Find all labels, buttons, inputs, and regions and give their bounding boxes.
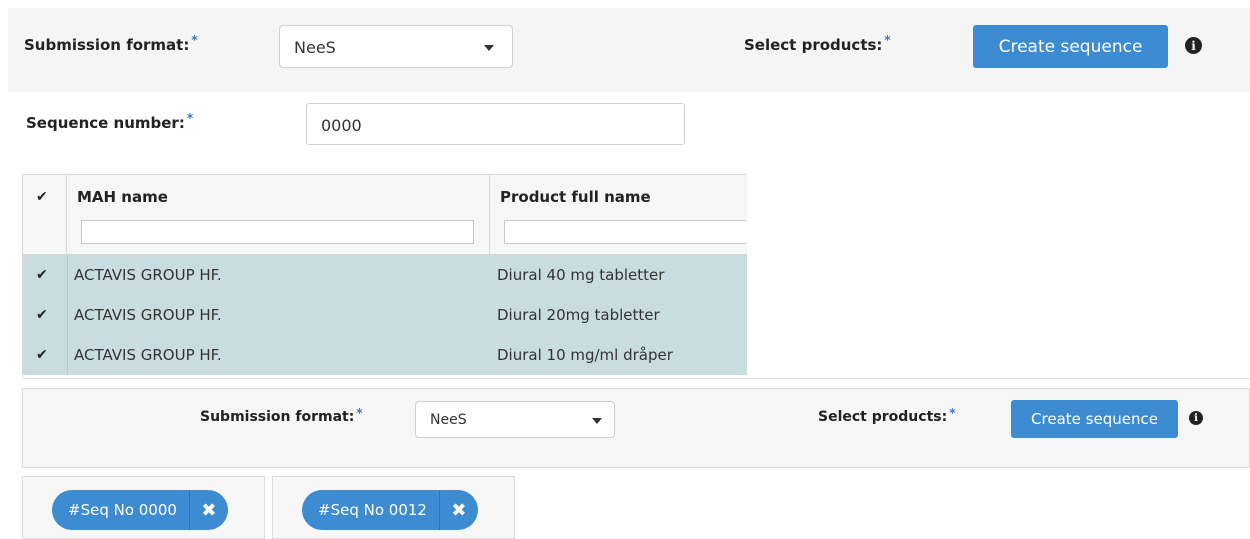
product-name-cell: Diural 40 mg tabletter: [497, 266, 665, 284]
create-sequence-button[interactable]: Create sequence: [973, 25, 1168, 68]
caret-down-icon: [484, 45, 494, 51]
check-icon[interactable]: ✔: [36, 347, 48, 363]
sequence-number-input[interactable]: 0000: [306, 103, 685, 145]
column-header-product-full-name[interactable]: Product full name: [490, 175, 747, 255]
table-row[interactable]: ✔ ACTAVIS GROUP HF. Diural 20mg tablette…: [23, 295, 747, 335]
close-icon[interactable]: ✖: [190, 490, 228, 530]
column-title-mah-name: MAH name: [77, 188, 168, 206]
mah-name-cell: ACTAVIS GROUP HF.: [74, 266, 222, 284]
select-products-label: Select products: *: [744, 33, 891, 54]
sequence-tag-label: #Seq No 0000: [68, 501, 177, 519]
info-icon[interactable]: i: [1185, 37, 1202, 54]
info-icon[interactable]: i: [1189, 411, 1203, 425]
product-name-filter-input[interactable]: [504, 220, 747, 244]
check-icon: ✔: [36, 189, 48, 205]
table-row[interactable]: ✔ ACTAVIS GROUP HF. Diural 10 mg/ml dråp…: [23, 335, 747, 375]
mah-name-cell: ACTAVIS GROUP HF.: [74, 346, 222, 364]
sequence-number-value: 0000: [321, 116, 362, 135]
table-row[interactable]: ✔ ACTAVIS GROUP HF. Diural 40 mg tablett…: [23, 255, 747, 295]
submission-format-select-bottom[interactable]: NeeS: [415, 401, 615, 438]
sequence-tag[interactable]: #Seq No 0000 ✖: [52, 490, 228, 530]
check-icon[interactable]: ✔: [36, 267, 48, 283]
select-all-header[interactable]: ✔: [23, 175, 67, 255]
mah-name-filter-input[interactable]: [81, 220, 474, 244]
close-icon[interactable]: ✖: [440, 490, 478, 530]
submission-format-label-bottom: Submission format: *: [200, 406, 363, 425]
submission-format-label: Submission format: *: [24, 33, 198, 54]
check-icon[interactable]: ✔: [36, 307, 48, 323]
column-header-mah-name[interactable]: MAH name: [67, 175, 490, 255]
submission-format-select[interactable]: NeeS: [279, 25, 513, 68]
create-sequence-button-bottom[interactable]: Create sequence: [1011, 400, 1178, 438]
sequence-tag-label: #Seq No 0012: [318, 501, 427, 519]
mah-name-cell: ACTAVIS GROUP HF.: [74, 306, 222, 324]
product-name-cell: Diural 20mg tabletter: [497, 306, 660, 324]
submission-format-value: NeeS: [294, 38, 336, 57]
select-products-label-bottom: Select products: *: [818, 406, 956, 425]
sequence-tag[interactable]: #Seq No 0012 ✖: [302, 490, 478, 530]
divider: [22, 378, 1250, 379]
product-name-cell: Diural 10 mg/ml dråper: [497, 346, 673, 364]
column-title-product-full-name: Product full name: [500, 188, 651, 206]
products-table: ✔ MAH name Product full name ✔ ACTAVIS G…: [22, 174, 747, 377]
caret-down-icon: [592, 418, 602, 424]
submission-format-value-bottom: NeeS: [430, 412, 467, 428]
sequence-number-label: Sequence number: *: [26, 111, 194, 132]
